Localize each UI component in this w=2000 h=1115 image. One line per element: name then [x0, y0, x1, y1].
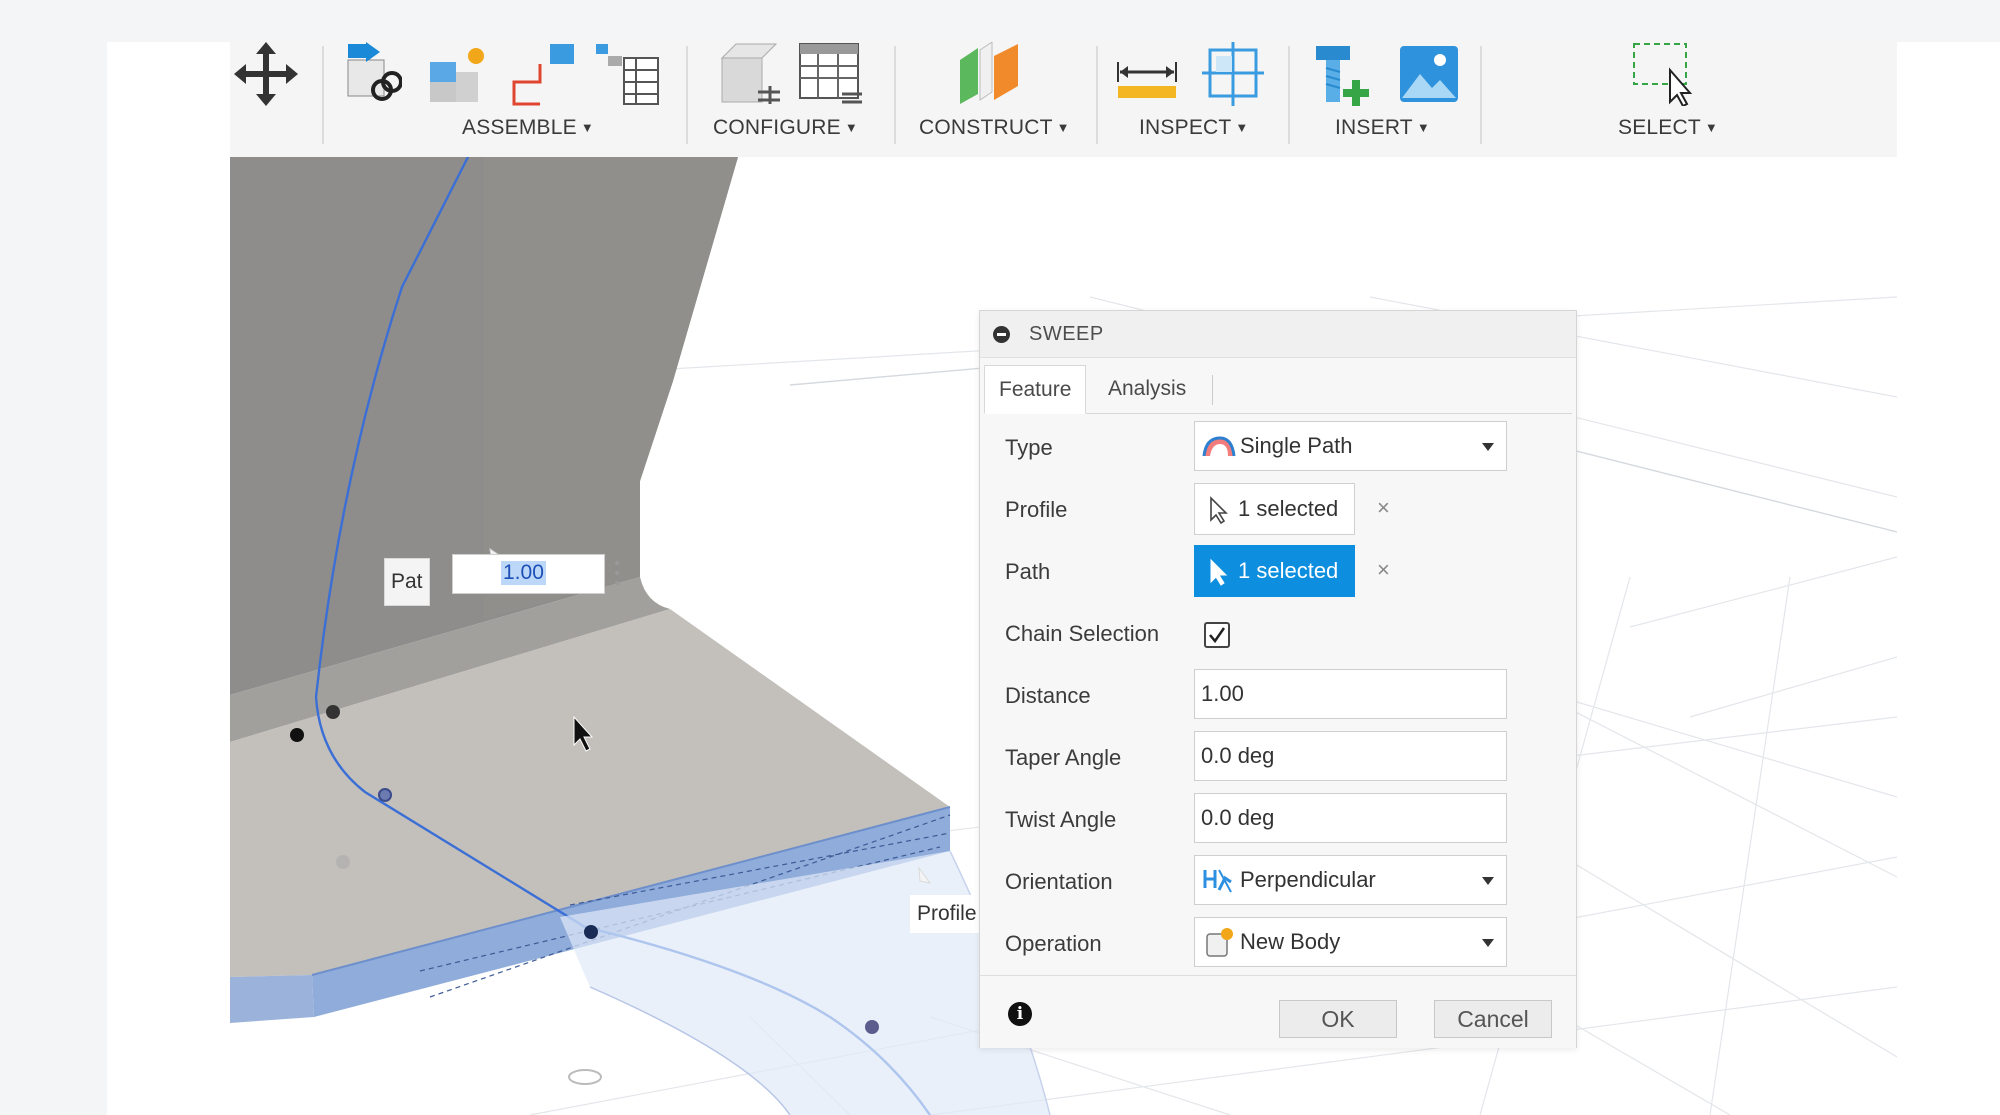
distance-input[interactable]: 1.00 — [1194, 669, 1507, 719]
clear-profile-icon[interactable]: × — [1377, 495, 1390, 521]
select-menu[interactable]: SELECT ▼ — [1618, 116, 1718, 140]
taper-angle-input[interactable]: 0.0 deg — [1194, 731, 1507, 781]
tab-analysis[interactable]: Analysis — [1094, 365, 1200, 412]
new-component-icon[interactable] — [426, 42, 490, 106]
orientation-label: Orientation — [1005, 869, 1113, 894]
sweep-dialog: SWEEP Feature Analysis Type Single Path … — [979, 310, 1577, 1048]
info-icon[interactable]: i — [1008, 1002, 1032, 1026]
collapse-icon[interactable] — [993, 326, 1010, 343]
dialog-footer: i OK Cancel — [980, 975, 1576, 1048]
joint-icon[interactable] — [340, 42, 402, 106]
chain-selection-checkbox[interactable] — [1204, 622, 1230, 648]
checkmark-icon — [1209, 627, 1226, 644]
insert-canvas-icon[interactable] — [1398, 42, 1460, 106]
chevron-down-icon — [1482, 877, 1494, 885]
configure-menu[interactable]: CONFIGURE ▼ — [713, 116, 858, 140]
single-path-icon — [1202, 436, 1236, 457]
operation-dropdown[interactable]: New Body — [1194, 917, 1507, 967]
cancel-button[interactable]: Cancel — [1434, 1000, 1552, 1038]
insert-mcmaster-icon[interactable] — [1312, 42, 1374, 106]
profile-select-button[interactable]: 1 selected — [1194, 483, 1355, 535]
dialog-tabs: Feature Analysis — [984, 365, 1572, 414]
chevron-down-icon — [1482, 443, 1494, 451]
inspect-menu[interactable]: INSPECT ▼ — [1139, 116, 1249, 140]
clear-path-icon[interactable]: × — [1377, 557, 1390, 583]
select-window-icon[interactable] — [1630, 42, 1694, 106]
app-window: ASSEMBLE ▼ CONFIGURE ▼ CONSTRUCT ▼ INSPE… — [107, 42, 2000, 1115]
configure-table-icon[interactable] — [798, 42, 862, 106]
new-body-icon — [1206, 928, 1233, 957]
twist-angle-input[interactable]: 0.0 deg — [1194, 793, 1507, 843]
twist-angle-label: Twist Angle — [1005, 807, 1117, 832]
chevron-down-icon — [1482, 939, 1494, 947]
profile-label: Profile — [1005, 497, 1068, 522]
measure-icon[interactable] — [1116, 52, 1178, 102]
chevron-down-icon: ▼ — [580, 120, 594, 135]
construct-plane-icon[interactable] — [958, 42, 1022, 106]
operation-label: Operation — [1005, 931, 1102, 956]
construct-menu[interactable]: CONSTRUCT ▼ — [919, 116, 1070, 140]
type-label: Type — [1005, 435, 1053, 460]
toolbar: ASSEMBLE ▼ CONFIGURE ▼ CONSTRUCT ▼ INSPE… — [230, 42, 1897, 158]
path-tag: Pat — [384, 558, 430, 606]
interference-icon[interactable] — [1202, 42, 1264, 106]
dialog-title: SWEEP — [1029, 323, 1104, 345]
chain-selection-label: Chain Selection — [1005, 621, 1160, 646]
more-options-icon[interactable] — [615, 557, 621, 591]
ok-button[interactable]: OK — [1279, 1000, 1397, 1038]
profile-tag: Profile — [910, 895, 984, 933]
path-select-button[interactable]: 1 selected — [1194, 545, 1355, 597]
move-icon[interactable] — [234, 42, 298, 106]
chevron-down-icon: ▼ — [844, 120, 858, 135]
taper-angle-label: Taper Angle — [1005, 745, 1122, 770]
configure-model-icon[interactable] — [718, 42, 782, 106]
insert-menu[interactable]: INSERT ▼ — [1335, 116, 1430, 140]
path-label: Path — [1005, 559, 1051, 584]
distance-label: Distance — [1005, 683, 1091, 708]
assemble-menu[interactable]: ASSEMBLE ▼ — [462, 116, 594, 140]
tab-feature[interactable]: Feature — [984, 365, 1087, 414]
component-table-icon[interactable] — [594, 42, 660, 106]
chevron-down-icon: ▼ — [1416, 120, 1430, 135]
dialog-header[interactable]: SWEEP — [980, 311, 1576, 358]
orientation-dropdown[interactable]: Perpendicular — [1194, 855, 1507, 905]
path-distance-input[interactable]: 1.00 — [452, 554, 605, 594]
chevron-down-icon: ▼ — [1235, 120, 1249, 135]
as-built-joint-icon[interactable] — [510, 42, 576, 106]
type-dropdown[interactable]: Single Path — [1194, 421, 1507, 471]
chevron-down-icon: ▼ — [1056, 120, 1070, 135]
perpendicular-icon — [1203, 869, 1232, 893]
pointer-icon — [1210, 558, 1228, 586]
chevron-down-icon: ▼ — [1704, 120, 1718, 135]
pointer-icon — [1210, 496, 1228, 524]
